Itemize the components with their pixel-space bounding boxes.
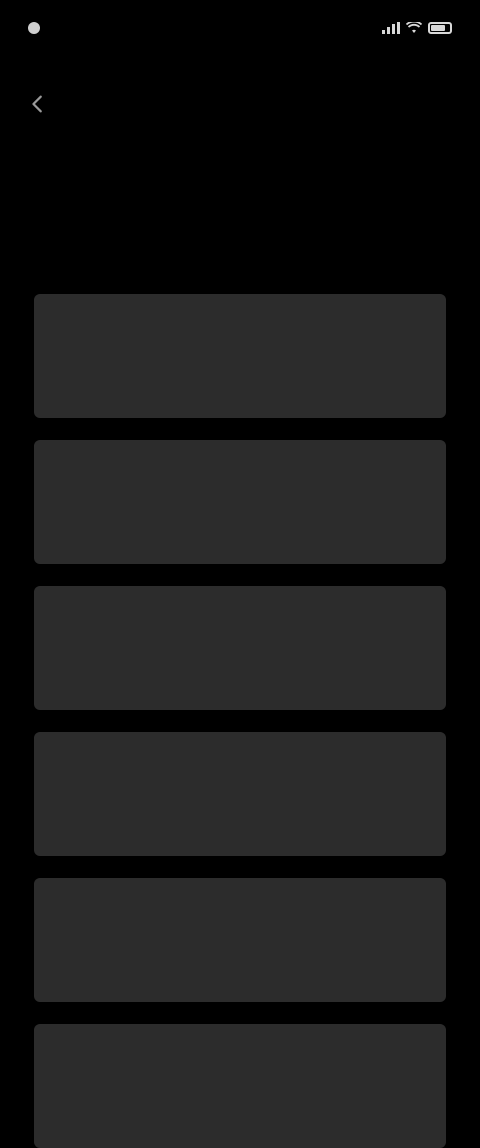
option-card-6[interactable] — [34, 1024, 446, 1148]
options-list — [34, 294, 446, 1148]
wifi-icon — [406, 22, 422, 33]
battery-icon — [428, 22, 452, 34]
back-arrow-icon — [32, 95, 42, 113]
camera-indicator-icon — [28, 22, 40, 34]
option-card-5[interactable] — [34, 878, 446, 1002]
status-icons — [382, 22, 452, 34]
option-card-4[interactable] — [34, 732, 446, 856]
option-card-2[interactable] — [34, 440, 446, 564]
signal-icon — [382, 22, 400, 34]
back-button[interactable] — [18, 84, 58, 124]
status-bar — [0, 0, 480, 56]
status-right — [382, 22, 452, 34]
option-card-1[interactable] — [34, 294, 446, 418]
status-left — [28, 22, 48, 34]
option-card-3[interactable] — [34, 586, 446, 710]
